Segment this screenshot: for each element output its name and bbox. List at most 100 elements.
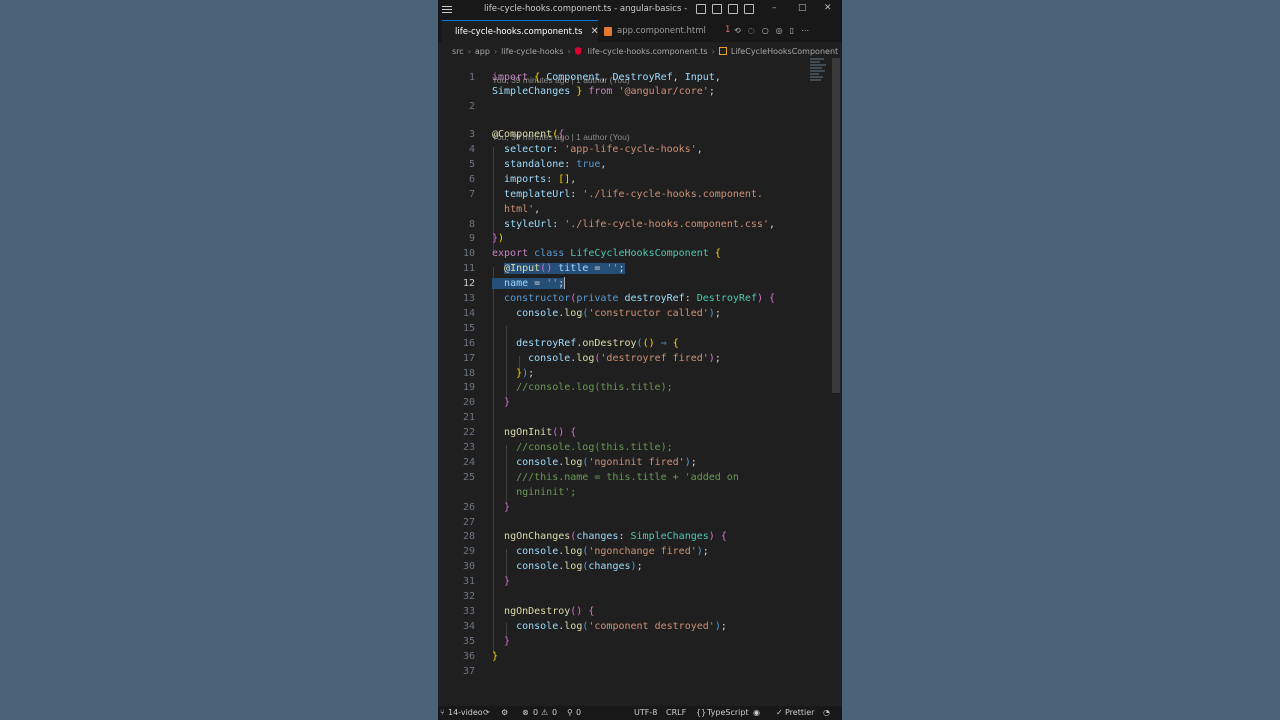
code-text: } [504,501,511,513]
code-line: 34 console.log('component destroyed'); [438,620,830,635]
maximize-button[interactable]: □ [798,3,807,13]
line-number: 13 [462,293,475,304]
sync-icon[interactable]: ⟳ [483,708,490,717]
copilot-icon[interactable]: ◉ [753,708,760,717]
close-window-button[interactable]: ✕ [824,3,832,13]
code-line: 18 }); [438,367,830,382]
code-comment: ///this.name = this.title + 'added on [492,471,739,483]
line-number: 30 [462,561,475,573]
line-number: 1 [468,71,475,83]
code-text: console.log('destroyref fired'); [528,352,721,364]
breadcrumb-file[interactable]: life-cycle-hooks.component.ts [588,47,708,56]
code-line: 15 [438,322,830,337]
layout-panel-icon[interactable] [696,4,706,14]
minimap[interactable] [810,58,828,88]
split-editor-icon[interactable]: ▯ [790,26,794,35]
breadcrumb-symbol[interactable]: LifeCycleHooksComponent [731,47,838,56]
open-changes-icon[interactable]: ⟲ [734,26,741,35]
title-bar: life-cycle-hooks.component.ts - angular-… [438,0,842,20]
code-line: 10 export class LifeCycleHooksComponent { [438,247,830,262]
line-number: 23 [462,442,475,453]
code-text: constructor(private destroyRef: DestroyR… [504,293,776,304]
ports-count[interactable]: 0 [576,708,581,717]
breadcrumb-src[interactable]: src [452,47,464,56]
line-number: 26 [462,501,475,513]
line-number: 35 [462,635,475,647]
line-endings[interactable]: CRLF [666,708,686,717]
prettier-status[interactable]: Prettier [785,708,814,717]
line-number: 4 [468,144,475,155]
code-text: name = ''; [492,277,566,292]
go-forward-icon[interactable]: ○ [762,26,769,35]
code-line: 29 console.log('ngonchange fired'); [438,545,830,560]
text-cursor [564,277,566,290]
code-line: 37 [438,665,830,680]
tab-life-cycle-hooks-component-ts[interactable]: life-cycle-hooks.component.ts ✕ [442,20,599,42]
line-number: 14 [462,307,475,319]
line-number: 9 [468,233,475,245]
toggle-copilot-icon[interactable]: ◎ [776,26,783,35]
window-title: life-cycle-hooks.component.ts - angular-… [484,4,690,14]
error-count[interactable]: 0 [533,708,538,717]
hamburger-menu-icon[interactable] [440,3,454,17]
code-line: 30 console.log(changes); [438,560,830,575]
toggle-primary-sidebar-icon[interactable] [712,4,722,14]
language-mode[interactable]: TypeScript [707,708,749,717]
line-number: 15 [462,322,475,334]
errors-icon[interactable]: ⊗ [522,708,529,717]
breadcrumb-app[interactable]: app [475,47,490,56]
ports-icon[interactable]: ⚲ [567,708,573,717]
code-line: SimpleChanges } from '@angular/core'; [438,85,830,100]
line-number: 16 [462,337,475,349]
code-line: 35 } [438,635,830,650]
encoding[interactable]: UTF-8 [634,708,657,717]
line-number: 33 [462,605,475,617]
warning-count[interactable]: 0 [552,708,557,717]
code-text: selector: 'app-life-cycle-hooks', [504,144,703,155]
vertical-scrollbar[interactable] [832,58,840,393]
code-text: console.log(changes); [516,561,643,573]
breadcrumb-folder[interactable]: life-cycle-hooks [501,47,563,56]
line-number: 21 [462,412,475,424]
line-number: 5 [468,158,475,170]
breadcrumb-separator: › [493,46,498,56]
notifications-icon[interactable]: ◔ [823,708,830,717]
more-actions-icon[interactable]: ⋯ [801,26,809,35]
tab-overflow-count[interactable]: 1 [725,25,730,35]
remote-icon[interactable]: ⚙ [501,708,508,717]
breadcrumb: src › app › life-cycle-hooks › life-cycl… [452,44,838,58]
toggle-secondary-sidebar-icon[interactable] [744,4,754,14]
code-line: 2 [438,100,830,115]
line-number: 37 [462,665,475,677]
branch-name[interactable]: 14-video [448,708,483,717]
line-number: 25 [462,471,475,483]
angular-icon [574,47,582,55]
source-control-branch-icon[interactable]: ⑂ [440,708,445,717]
code-line: ngininit'; [438,486,830,501]
line-number: 22 [462,427,475,439]
code-line: 26 } [438,501,830,516]
code-line-current: 12 name = ''; [438,277,830,292]
code-line: 13 constructor(private destroyRef: Destr… [438,292,830,307]
toggle-panel-icon[interactable] [728,4,738,14]
go-back-icon[interactable]: ◌ [748,26,755,35]
line-number: 32 [462,591,475,602]
code-line: 7 templateUrl: './life-cycle-hooks.compo… [438,188,830,203]
code-line: 5 standalone: true, [438,158,830,173]
code-editor[interactable]: You, 39 minutes ago | 1 author (You) 1 im… [438,58,842,706]
tab-app-component-html[interactable]: app.component.html [600,20,706,42]
editor-tab-bar: life-cycle-hooks.component.ts ✕ app.comp… [438,20,842,42]
code-comment: //console.log(this.title); [492,442,673,453]
line-number: 18 [462,367,475,379]
code-line: 24 console.log('ngoninit fired'); [438,456,830,471]
warnings-icon[interactable]: ⚠ [541,708,548,717]
code-line: 3 @Component({ [438,128,830,143]
code-line: 28 ngOnChanges(changes: SimpleChanges) { [438,530,830,545]
status-bar: ⑂ 14-video ⟳ ⚙ ⊗ 0 ⚠ 0 ⚲ 0 UTF-8 CRLF {}… [438,706,842,720]
code-line: 23 //console.log(this.title); [438,441,830,456]
line-number: 27 [462,516,475,528]
minimize-button[interactable]: – [772,3,777,13]
close-tab-button[interactable]: ✕ [590,26,598,37]
braces-icon: {} [696,708,707,717]
code-text: styleUrl: './life-cycle-hooks.component.… [504,218,775,230]
